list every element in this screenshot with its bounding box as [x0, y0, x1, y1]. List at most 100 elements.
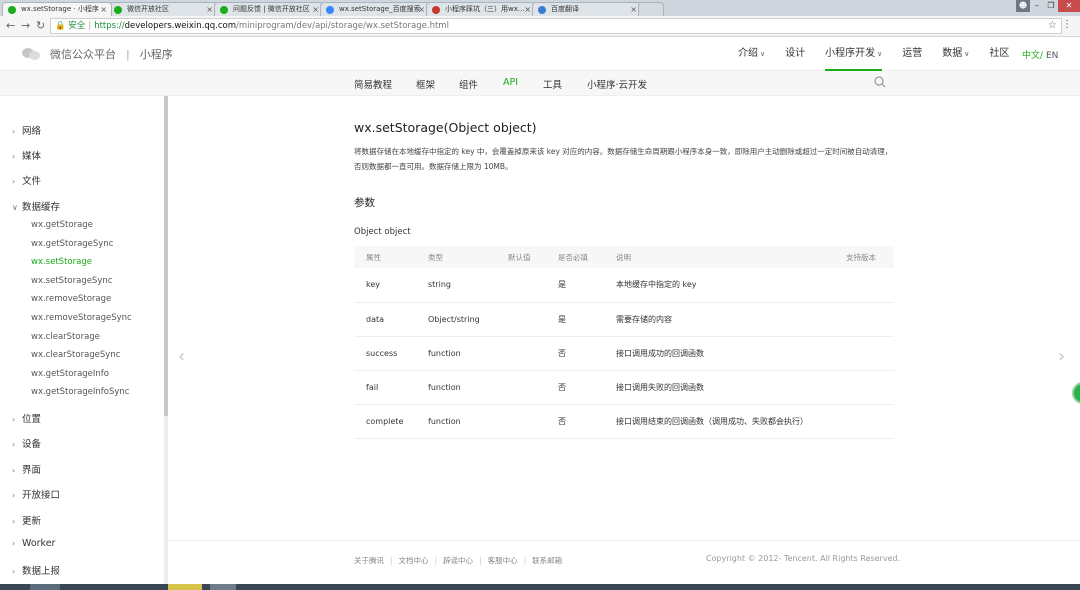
subnav-tab[interactable]: 简易教程	[354, 77, 392, 91]
prev-page-icon[interactable]: ‹	[178, 346, 185, 367]
sidebar-item[interactable]: wx.setStorage	[31, 257, 92, 267]
table-row: key string 是本地缓存中指定的 key	[354, 268, 894, 303]
footer-link[interactable]: 辟谣中心	[443, 556, 473, 565]
tab-close-icon[interactable]: ×	[524, 3, 531, 16]
browser-tab[interactable]: 问题反馈 | 微信开放社区 ×	[214, 2, 324, 16]
taskbar-item[interactable]	[210, 584, 236, 590]
taskbar-item[interactable]	[168, 584, 202, 590]
browser-tab[interactable]: wx.setStorage_百度搜索 ×	[320, 2, 430, 16]
subnav-tab[interactable]: 工具	[543, 77, 562, 91]
footer-link[interactable]: 文档中心	[399, 556, 429, 565]
topnav-item-label: 运营	[902, 48, 923, 59]
table-row: complete function 否接口调用结束的回调函数（调用成功、失败都会执行…	[354, 404, 894, 439]
sidebar-category-label: 开放接口	[22, 490, 61, 502]
address-bar[interactable]: 🔒 安全 | https://developers.weixin.qq.com/mi…	[50, 18, 1062, 34]
table-cell	[846, 302, 894, 337]
next-page-icon[interactable]: ›	[1058, 346, 1065, 367]
sidebar-category[interactable]: › 设备	[12, 436, 41, 450]
subnav-tab[interactable]: API	[503, 77, 518, 88]
sidebar-category[interactable]: › 数据上报	[12, 563, 60, 577]
user-profile-icon[interactable]: ☻	[1016, 0, 1030, 12]
sidebar-category[interactable]: › 更新	[12, 513, 41, 527]
back-icon[interactable]: ←	[6, 19, 15, 32]
sidebar-item[interactable]: wx.getStorageInfo	[31, 369, 109, 379]
sidebar-category[interactable]: ∨ 数据缓存	[12, 199, 60, 213]
table-cell: 否	[558, 404, 616, 439]
browser-tab[interactable]: wx.setStorage · 小程序 ×	[2, 2, 112, 16]
browser-menu-icon[interactable]: ⋮	[1062, 19, 1072, 30]
site-logo[interactable]: 微信公众平台 | 小程序	[22, 46, 173, 62]
api-description: 将数据存储在本地缓存中指定的 key 中，会覆盖掉原来该 key 对应的内容。数…	[354, 147, 893, 171]
browser-tab[interactable]: 百度翻译 ×	[532, 2, 642, 16]
topnav-item[interactable]: 小程序开发 ∨	[825, 37, 883, 71]
chevron-right-icon: ›	[12, 127, 16, 136]
topnav-item-label: 设计	[785, 48, 806, 59]
topnav-item[interactable]: 数据 ∨	[942, 37, 969, 71]
browser-tab[interactable]: 小程序踩坑（三）用wx... ×	[426, 2, 536, 16]
sidebar-category-label: 设备	[22, 439, 42, 451]
tab-close-icon[interactable]: ×	[100, 3, 107, 16]
chevron-down-icon: ∨	[877, 50, 883, 58]
tab-close-icon[interactable]: ×	[206, 3, 213, 16]
table-header-cell: 属性	[354, 246, 428, 268]
sidebar-item[interactable]: wx.getStorage	[31, 220, 93, 230]
browser-tab-label: wx.setStorage_百度搜索	[339, 5, 421, 13]
sidebar-category[interactable]: › 位置	[12, 411, 41, 425]
sidebar-item[interactable]: wx.getStorageInfoSync	[31, 387, 129, 397]
sidebar-category[interactable]: › 开放接口	[12, 487, 60, 501]
sidebar-category[interactable]: › 网络	[12, 123, 41, 137]
wechat-logo-icon	[22, 47, 42, 61]
sidebar-category[interactable]: › 文件	[12, 173, 41, 187]
browser-tab-label: 微信开放社区	[127, 5, 169, 13]
search-icon[interactable]	[874, 76, 886, 88]
page-title: wx.setStorage(Object object)	[354, 120, 537, 135]
sidebar-category-label: 更新	[22, 515, 42, 527]
tab-close-icon[interactable]: ×	[312, 3, 319, 16]
page-footer: 关于腾讯 | 文档中心 | 辟谣中心 | 客服中心 | 联系邮箱 Copyright © 201…	[168, 540, 1080, 584]
sidebar-item[interactable]: wx.clearStorageSync	[31, 350, 120, 360]
sidebar-item[interactable]: wx.removeStorageSync	[31, 313, 132, 323]
minimize-button[interactable]: –	[1030, 0, 1044, 12]
table-cell: string	[428, 268, 508, 303]
sidebar-item[interactable]: wx.clearStorage	[31, 332, 100, 342]
new-tab-button[interactable]	[638, 2, 664, 16]
lang-zh-link[interactable]: 中文	[1022, 51, 1040, 61]
forward-icon[interactable]: →	[21, 19, 30, 32]
sidebar-item[interactable]: wx.getStorageSync	[31, 239, 113, 249]
topnav-item-label: 小程序开发	[825, 48, 876, 59]
subnav-tab[interactable]: 小程序·云开发	[587, 77, 647, 91]
footer-link[interactable]: 关于腾讯	[354, 556, 384, 565]
taskbar-item[interactable]	[30, 584, 60, 590]
sidebar-category-label: Worker	[22, 538, 56, 549]
secure-label: 安全	[68, 21, 86, 31]
subnav-tab[interactable]: 框架	[416, 77, 435, 91]
topnav-item[interactable]: 介绍 ∨	[738, 37, 765, 71]
sidebar-category[interactable]: › Worker	[12, 538, 55, 549]
topnav-item[interactable]: 设计	[785, 37, 805, 71]
topnav-item[interactable]: 运营	[902, 37, 922, 71]
floating-feedback-button[interactable]	[1072, 382, 1080, 404]
restore-button[interactable]: ❐	[1044, 0, 1058, 12]
sidebar-item[interactable]: wx.removeStorage	[31, 294, 111, 304]
bookmark-star-icon[interactable]: ☆	[1048, 19, 1057, 33]
table-header-cell: 是否必填	[558, 246, 616, 268]
close-window-button[interactable]: ✕	[1058, 0, 1080, 12]
table-row: data Object/string 是需要存储的内容	[354, 302, 894, 337]
sidebar-item[interactable]: wx.setStorageSync	[31, 276, 112, 286]
footer-link[interactable]: 客服中心	[488, 556, 518, 565]
lang-en-link[interactable]: EN	[1046, 51, 1058, 61]
sidebar-category[interactable]: › 界面	[12, 462, 41, 476]
api-sidebar: › 网络 › 媒体 › 文件 ∨ 数据缓存 wx.getStorage wx.getStorage…	[0, 96, 168, 590]
subnav-tab[interactable]: 组件	[459, 77, 478, 91]
topnav-item[interactable]: 社区	[989, 37, 1009, 71]
object-label: Object object	[354, 227, 411, 237]
table-cell: 接口调用成功的回调函数	[616, 336, 846, 371]
table-cell	[508, 336, 558, 371]
browser-tab[interactable]: 微信开放社区 ×	[108, 2, 218, 16]
tab-close-icon[interactable]: ×	[418, 3, 425, 16]
footer-link[interactable]: 联系邮箱	[532, 556, 562, 565]
sidebar-category[interactable]: › 媒体	[12, 148, 41, 162]
tab-close-icon[interactable]: ×	[630, 3, 637, 16]
top-navigation: 介绍 ∨ 设计 小程序开发 ∨ 运营 数据 ∨ 社区	[738, 37, 1029, 71]
reload-icon[interactable]: ↻	[36, 19, 45, 32]
